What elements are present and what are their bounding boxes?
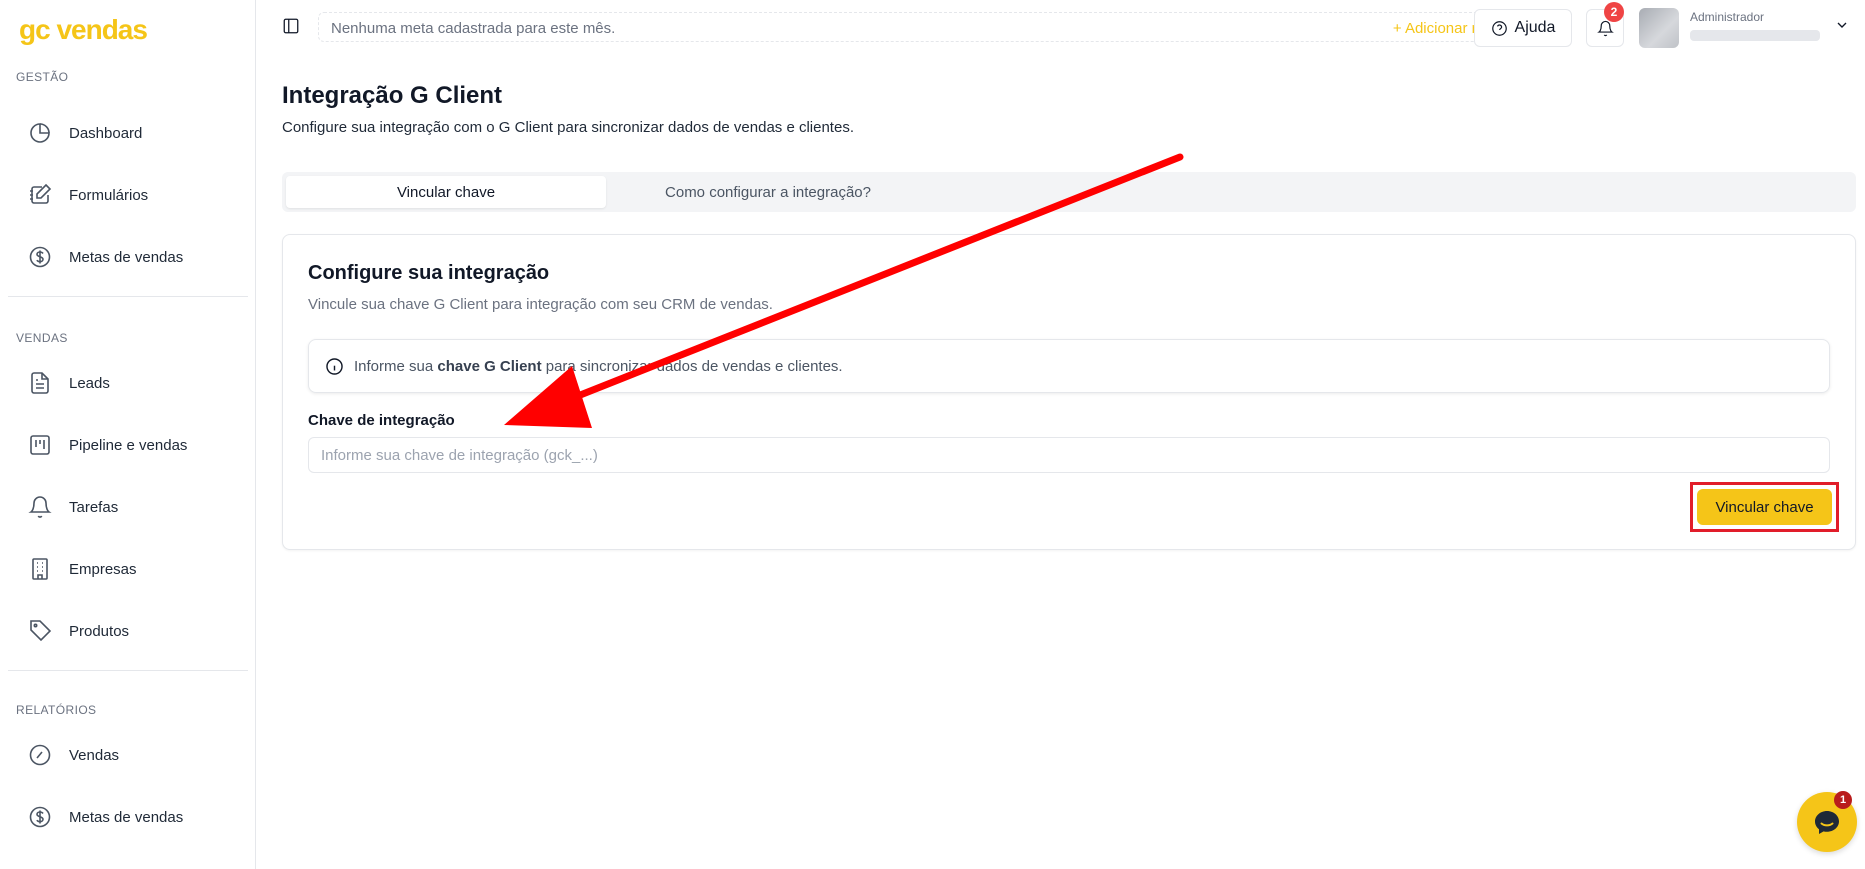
sidebar-toggle-icon[interactable] [282, 17, 302, 37]
sidebar-item-pipeline-e-vendas[interactable]: Pipeline e vendas [8, 422, 248, 468]
section-label-vendas: VENDAS [16, 331, 68, 345]
info-alert-text: Informe sua chave G Client para sincroni… [354, 358, 843, 375]
sidebar-item-produtos[interactable]: Produtos [8, 608, 248, 654]
chat-unread-badge: 1 [1834, 791, 1852, 809]
sidebar-item-label: Metas de vendas [69, 808, 184, 826]
sidebar-item-label: Tarefas [69, 498, 119, 516]
help-button-label: Ajuda [1514, 19, 1556, 36]
tab-como-configurar[interactable]: Como configurar a integração? [608, 176, 928, 208]
bell-icon [28, 495, 52, 519]
notification-badge: 2 [1604, 2, 1624, 22]
form-edit-icon [28, 183, 52, 207]
document-icon [28, 371, 52, 395]
sidebar-divider [8, 670, 248, 671]
goal-status-text: Nenhuma meta cadastrada para este mês. [331, 20, 616, 37]
sidebar-item-label: Empresas [69, 560, 137, 578]
info-alert-bold: chave G Client [437, 358, 542, 375]
sidebar-item-formularios[interactable]: Formulários [8, 172, 248, 218]
sidebar-item-tarefas[interactable]: Tarefas [8, 484, 248, 530]
section-label-gestao: GESTÃO [16, 70, 69, 84]
tag-icon [28, 619, 52, 643]
gauge-icon [28, 743, 52, 767]
avatar[interactable] [1639, 8, 1679, 48]
sidebar-item-label: Vendas [69, 746, 120, 764]
sidebar: gc vendas GESTÃO Dashboard Formulários M… [0, 0, 256, 869]
user-role: Administrador [1690, 10, 1765, 24]
brand-logo[interactable]: gc vendas [19, 14, 148, 46]
info-alert: Informe sua chave G Client para sincroni… [308, 339, 1830, 393]
pie-chart-icon [28, 121, 52, 145]
sidebar-item-metas-de-vendas[interactable]: Metas de vendas [8, 234, 248, 280]
info-icon [326, 358, 343, 375]
sidebar-item-leads[interactable]: Leads [8, 360, 248, 406]
sidebar-item-empresas[interactable]: Empresas [8, 546, 248, 592]
sidebar-item-label: Leads [69, 374, 110, 392]
sidebar-item-label: Formulários [69, 186, 149, 204]
sidebar-item-label: Metas de vendas [69, 248, 184, 266]
sidebar-item-label: Dashboard [69, 124, 143, 142]
tab-vincular-chave[interactable]: Vincular chave [286, 176, 606, 208]
sidebar-divider [8, 296, 248, 297]
integration-key-label: Chave de integração [308, 412, 455, 429]
dollar-circle-icon [28, 245, 52, 269]
integration-card: Configure sua integração Vincule sua cha… [282, 234, 1856, 550]
building-icon [28, 557, 52, 581]
help-circle-icon [1491, 20, 1507, 36]
dollar-circle-icon [28, 805, 52, 829]
integration-key-input[interactable] [308, 437, 1830, 473]
top-bar: Nenhuma meta cadastrada para este mês. +… [256, 0, 1865, 58]
user-name-redacted [1690, 30, 1820, 41]
card-subtitle: Vincule sua chave G Client para integraç… [308, 296, 773, 313]
sidebar-item-relatorio-metas[interactable]: Metas de vendas [8, 794, 248, 840]
sidebar-item-relatorio-vendas[interactable]: Vendas [8, 732, 248, 778]
page-subtitle: Configure sua integração com o G Client … [282, 119, 854, 136]
chat-bubble-icon [1815, 811, 1839, 834]
sidebar-item-label: Pipeline e vendas [69, 436, 188, 454]
section-label-relatorios: RELATÓRIOS [16, 703, 97, 717]
sales-goal-bar: Nenhuma meta cadastrada para este mês. +… [318, 12, 1514, 42]
chevron-down-icon[interactable] [1834, 17, 1850, 33]
page-title: Integração G Client [282, 82, 503, 109]
link-key-button[interactable]: Vincular chave [1697, 489, 1832, 525]
bell-icon [1596, 20, 1614, 36]
sidebar-item-dashboard[interactable]: Dashboard [8, 110, 248, 156]
sidebar-item-label: Produtos [69, 622, 130, 640]
kanban-icon [28, 433, 52, 457]
help-button[interactable]: Ajuda [1474, 9, 1572, 47]
card-title: Configure sua integração [308, 262, 550, 284]
tab-list: Vincular chave Como configurar a integra… [282, 172, 1856, 212]
